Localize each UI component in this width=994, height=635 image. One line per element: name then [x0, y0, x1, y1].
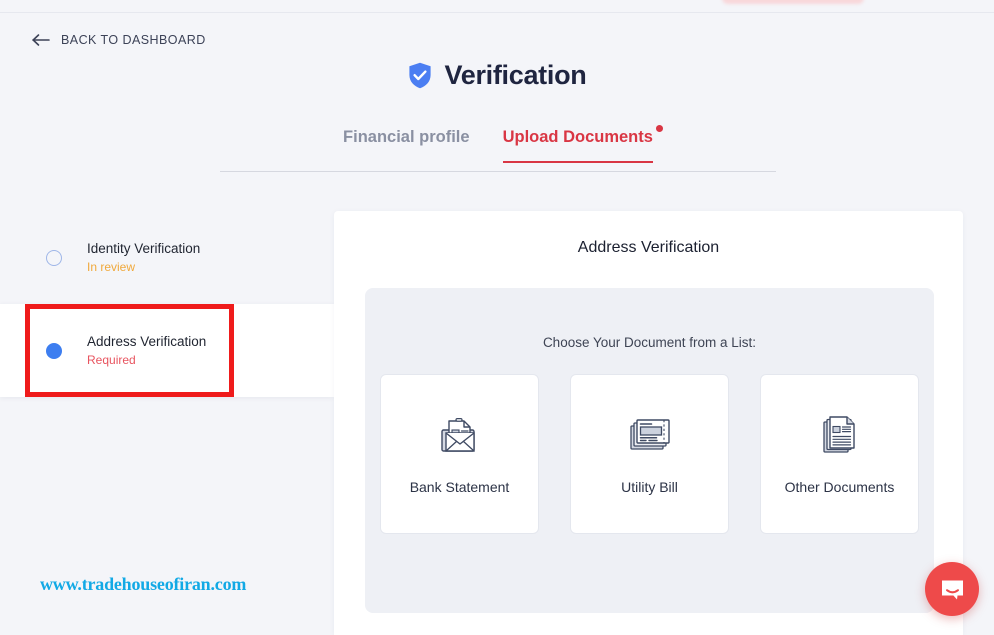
arrow-left-icon: [32, 34, 50, 46]
document-type-grid: Bank Statement Utility Bill Other Docume…: [380, 374, 919, 534]
tab-financial-profile-label: Financial profile: [343, 128, 470, 146]
circle-outline-icon: [46, 249, 62, 266]
document-option-bank-statement-label: Bank Statement: [409, 479, 510, 495]
tabs-bar: Financial profile Upload Documents: [220, 125, 776, 172]
tab-upload-documents-label: Upload Documents: [502, 128, 653, 146]
tab-financial-profile[interactable]: Financial profile: [343, 128, 470, 161]
document-option-utility-bill-label: Utility Bill: [621, 479, 678, 495]
sidebar-item-identity-label: Identity Verification: [87, 241, 201, 256]
verification-steps-sidebar: Identity Verification In review Address …: [0, 211, 334, 397]
verification-page: BACK TO DASHBOARD Verification Financial…: [0, 0, 994, 635]
sidebar-item-identity-verification[interactable]: Identity Verification In review: [0, 211, 334, 304]
sidebar-item-address-label: Address Verification: [87, 334, 207, 349]
tab-upload-documents[interactable]: Upload Documents: [502, 125, 663, 163]
stacked-bill-icon: [629, 419, 670, 450]
tab-notification-dot: [655, 125, 663, 132]
back-to-dashboard-link[interactable]: BACK TO DASHBOARD: [32, 33, 206, 47]
chat-bubble-smile-icon: [941, 580, 963, 599]
page-title-row: Verification: [0, 60, 994, 91]
sidebar-item-identity-status: In review: [87, 260, 136, 274]
envelope-document-icon: [440, 417, 475, 452]
sidebar-item-address-verification[interactable]: Address Verification Required: [0, 304, 334, 397]
document-option-utility-bill[interactable]: Utility Bill: [570, 374, 729, 534]
stacked-documents-icon: [822, 416, 855, 453]
sidebar-item-address-status: Required: [87, 353, 136, 367]
panel-heading: Address Verification: [577, 239, 720, 256]
top-divider: [0, 12, 994, 13]
document-option-other-documents[interactable]: Other Documents: [760, 374, 919, 534]
top-banner-stub: [722, 0, 864, 4]
tabs-baseline: [220, 170, 776, 172]
address-verification-panel: Address Verification Choose Your Documen…: [334, 211, 963, 635]
document-chooser-panel: Choose Your Document from a List: Bank S…: [365, 288, 934, 613]
page-title: Verification: [444, 60, 587, 90]
chat-launcher-button[interactable]: [925, 562, 979, 616]
document-option-bank-statement[interactable]: Bank Statement: [380, 374, 539, 534]
watermark-text: www.tradehouseofiran.com: [40, 574, 247, 594]
choose-document-label: Choose Your Document from a List:: [542, 335, 757, 350]
back-to-dashboard-label: BACK TO DASHBOARD: [61, 33, 206, 47]
shield-check-icon: [408, 62, 431, 89]
document-option-other-documents-label: Other Documents: [784, 479, 895, 495]
circle-filled-icon: [46, 342, 62, 359]
